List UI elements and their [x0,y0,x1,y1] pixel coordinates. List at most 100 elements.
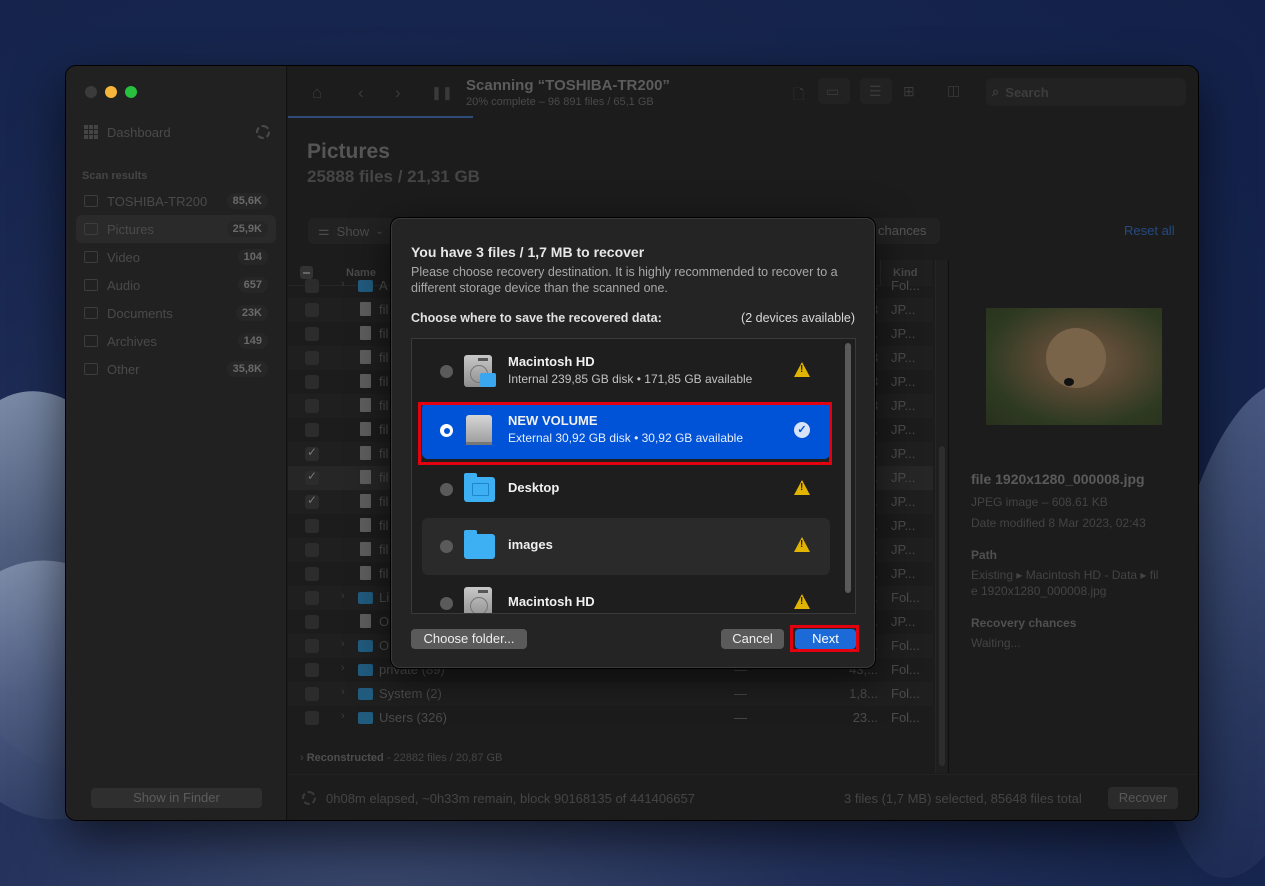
archive-icon [84,335,98,347]
row-checkbox[interactable] [305,543,319,557]
pause-icon[interactable]: ❚❚ [431,85,453,101]
sidebar-item-video[interactable]: Video 104 [76,243,276,271]
destination-item[interactable]: Macintosh HD Internal 239,85 GB disk • 17… [422,343,830,400]
warning-icon [794,537,810,552]
destination-radio[interactable] [440,424,453,437]
row-checkbox[interactable] [305,493,319,509]
row-checkbox[interactable] [305,663,319,677]
show-in-finder-button[interactable]: Show in Finder [91,788,262,808]
image-file-icon [360,470,371,484]
destination-item[interactable]: Desktop [422,461,830,518]
chevron-right-icon[interactable]: › [341,686,345,698]
table-row[interactable]: › Users (326) — 23... Fol... [288,706,933,730]
show-filter-button[interactable]: ⚌ Show ⌄ [308,218,394,244]
destination-item[interactable]: NEW VOLUME External 30,92 GB disk • 30,92… [422,402,830,459]
row-checkbox[interactable] [305,639,319,653]
destination-name: NEW VOLUME [508,413,598,428]
row-checkbox[interactable] [305,615,319,629]
sidebar-item-label: Video [107,249,141,265]
internal-disk-icon [464,587,492,613]
row-checkbox[interactable] [305,711,319,725]
scrollbar-thumb[interactable] [845,343,851,593]
grid-view-icon[interactable]: ⊞ [903,83,915,100]
row-checkbox[interactable] [305,519,319,533]
scrollbar-thumb[interactable] [939,446,945,766]
row-checkbox[interactable] [305,445,319,461]
grid-icon [84,125,98,139]
folder-view-button[interactable]: ▭ [818,78,850,104]
chevron-right-icon[interactable]: › [341,662,345,674]
row-kind: JP... [891,446,916,461]
destination-radio[interactable] [440,483,453,496]
scan-title: Scanning “TOSHIBA-TR200” [466,77,670,94]
row-kind: JP... [891,422,916,437]
row-checkbox[interactable] [305,567,319,581]
page-title: Pictures [307,140,390,163]
reset-all-link[interactable]: Reset all [1124,223,1175,238]
row-size: 1,8... [849,686,878,701]
sidebar-item-documents[interactable]: Documents 23K [76,299,276,327]
row-checkbox[interactable] [305,351,319,365]
chevron-down-icon: ⌄ [375,225,384,237]
status-bar: 0h08m elapsed, ~0h33m remain, block 9016… [288,774,1198,820]
row-name: fil [379,302,389,317]
row-name: A [379,278,388,293]
sidebar-item-count: 85,6K [226,193,268,209]
sidebar-item-other[interactable]: Other 35,8K [76,355,276,383]
maximize-button[interactable] [125,86,137,98]
choose-folder-button[interactable]: Choose folder... [411,629,527,649]
sidebar-item-label: TOSHIBA-TR200 [107,193,208,209]
destination-radio[interactable] [440,540,453,553]
chevron-right-icon[interactable]: › [341,638,345,650]
table-row[interactable]: › System (2) — 1,8... Fol... [288,682,933,706]
close-button[interactable] [85,86,97,98]
row-checkbox[interactable] [305,469,319,485]
search-field[interactable]: ⌕ Search [986,78,1186,106]
row-checkbox[interactable] [305,591,319,605]
destination-scrollbar[interactable] [843,341,853,611]
recover-button[interactable]: Recover [1108,787,1178,809]
sidebar-item-toshiba-tr200[interactable]: TOSHIBA-TR200 85,6K [76,187,276,215]
sidebar-item-label: Archives [107,333,157,349]
row-name: fil [379,494,389,509]
row-checkbox[interactable] [305,375,319,389]
reconstructed-group[interactable]: › Reconstructed - 22882 files / 20,87 GB [300,752,502,764]
recovery-chances-filter-button[interactable]: chances [868,218,940,244]
sidebar-toggle-icon[interactable]: ◫ [947,82,960,99]
row-kind: Fol... [891,662,920,677]
row-kind: JP... [891,374,916,389]
row-checkbox[interactable] [305,303,319,317]
toolbar: ⌂ ‹ › ❚❚ Scanning “TOSHIBA-TR200” 20% co… [288,66,1198,118]
sidebar-item-audio[interactable]: Audio 657 [76,271,276,299]
chevron-right-icon[interactable]: › [341,710,345,722]
back-icon[interactable]: ‹ [358,83,364,103]
sidebar-item-archives[interactable]: Archives 149 [76,327,276,355]
row-checkbox[interactable] [305,279,319,293]
row-checkbox[interactable] [305,423,319,437]
destination-radio[interactable] [440,365,453,378]
dashboard-label: Dashboard [107,124,171,140]
destination-item[interactable]: images [422,518,830,575]
table-scrollbar[interactable] [935,260,947,773]
sidebar-item-dashboard[interactable]: Dashboard [84,123,270,141]
list-view-button[interactable]: ☰ [860,78,892,104]
row-kind: JP... [891,566,916,581]
row-checkbox[interactable] [305,327,319,341]
home-icon[interactable]: ⌂ [312,83,322,103]
chevron-right-icon[interactable]: › [341,590,345,602]
next-button[interactable]: Next [795,629,856,649]
row-checkbox[interactable] [305,687,319,701]
cancel-button[interactable]: Cancel [721,629,784,649]
image-file-icon [360,350,371,364]
scan-progress-bar [288,116,473,118]
minimize-button[interactable] [105,86,117,98]
folder-icon [358,712,373,724]
chevron-right-icon[interactable]: › [341,278,345,290]
path-heading: Path [971,548,998,562]
file-view-icon[interactable]: 🗋 [793,84,804,108]
destination-radio[interactable] [440,597,453,610]
row-checkbox[interactable] [305,399,319,413]
sidebar-item-pictures[interactable]: Pictures 25,9K [76,215,276,243]
destination-item[interactable]: Macintosh HD [422,575,830,613]
forward-icon[interactable]: › [395,83,401,103]
